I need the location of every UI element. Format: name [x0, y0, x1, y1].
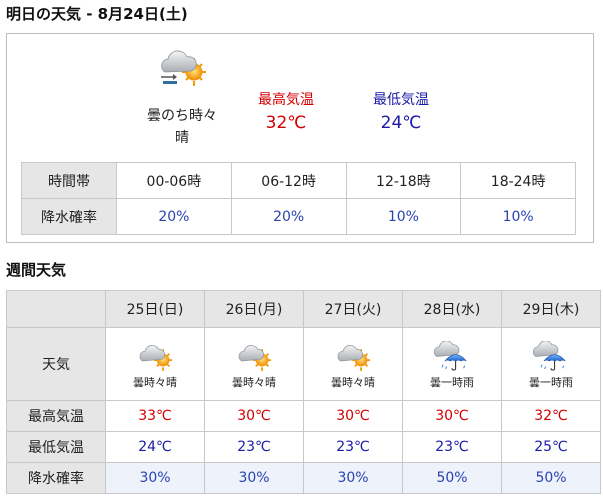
condition-text: 曇一時雨	[430, 375, 474, 389]
cloudy-then-sunny-icon	[161, 50, 206, 86]
min-temp-cell: 23℃	[303, 431, 403, 463]
cloud-sun-icon	[236, 341, 272, 372]
min-temp-row: 最低気温 24℃ 23℃ 23℃ 23℃ 25℃	[6, 431, 601, 463]
cloud-umbrella-icon	[434, 341, 470, 372]
condition-text: 曇時々晴	[133, 375, 177, 389]
tomorrow-panel: 曇のち時々 晴 最高気温 32℃ 最低気温 24℃ 時間帯 00-06時 06-…	[6, 33, 594, 243]
hourly-precip-table: 時間帯 00-06時 06-12時 12-18時 18-24時 降水確率 20%…	[21, 162, 576, 235]
weather-cell: 曇時々晴	[303, 327, 403, 401]
precip-cell: 30%	[204, 462, 304, 494]
max-temp-cell: 30℃	[204, 400, 304, 432]
date-cell: 29日(木)	[501, 290, 601, 328]
weather-cell: 曇一時雨	[501, 327, 601, 401]
precip-cell: 10%	[345, 198, 462, 235]
date-cell: 27日(火)	[303, 290, 403, 328]
max-temp-cell: 30℃	[303, 400, 403, 432]
precip-cell: 20%	[116, 198, 232, 235]
cloud-umbrella-icon	[533, 341, 569, 372]
precip-cell: 50%	[402, 462, 502, 494]
time-cell: 00-06時	[116, 162, 232, 199]
precip-cell: 30%	[105, 462, 205, 494]
condition-text: 曇一時雨	[529, 375, 573, 389]
date-row: 25日(日) 26日(月) 27日(火) 28日(水) 29日(木)	[6, 290, 601, 328]
weather-header: 天気	[6, 327, 106, 401]
weather-cell: 曇時々晴	[204, 327, 304, 401]
precip-cell: 50%	[501, 462, 601, 494]
min-temp-label: 最低気温	[373, 92, 429, 108]
cloud-sun-icon	[335, 341, 371, 372]
precip-row: 降水確率 20% 20% 10% 10%	[21, 198, 576, 235]
max-temp-cell: 33℃	[105, 400, 205, 432]
precip-header: 降水確率	[21, 198, 117, 235]
condition-line-1: 曇のち時々	[147, 108, 217, 124]
condition-line-2: 晴	[175, 130, 189, 146]
weather-row: 天気 曇時々晴 曇時々晴 曇時々晴 曇一時雨 曇一時雨	[6, 327, 601, 401]
time-header: 時間帯	[21, 162, 117, 199]
precip-cell: 30%	[303, 462, 403, 494]
tomorrow-condition: 曇のち時々 晴	[127, 105, 237, 149]
max-temp-cell: 30℃	[402, 400, 502, 432]
date-cell: 25日(日)	[105, 290, 205, 328]
min-temp-cell: 24℃	[105, 431, 205, 463]
cloud-sun-icon	[137, 341, 173, 372]
precip-cell: 20%	[230, 198, 347, 235]
precip-row: 降水確率 30% 30% 30% 50% 50%	[6, 462, 601, 494]
time-cell: 12-18時	[345, 162, 462, 199]
weekly-forecast-table: 25日(日) 26日(月) 27日(火) 28日(水) 29日(木) 天気 曇時…	[6, 290, 601, 494]
max-temp-label: 最高気温	[258, 92, 314, 108]
min-temp-cell: 25℃	[501, 431, 601, 463]
corner-cell	[6, 290, 106, 328]
min-temp-cell: 23℃	[204, 431, 304, 463]
precip-header: 降水確率	[6, 462, 106, 494]
min-temp-header: 最低気温	[6, 431, 106, 463]
max-temp-header: 最高気温	[6, 400, 106, 432]
tomorrow-title: 明日の天気 - 8月24日(土)	[6, 5, 188, 23]
weather-cell: 曇一時雨	[402, 327, 502, 401]
condition-text: 曇時々晴	[232, 375, 276, 389]
max-temp-cell: 32℃	[501, 400, 601, 432]
date-cell: 26日(月)	[204, 290, 304, 328]
min-temp-value: 24℃	[380, 113, 422, 133]
precip-cell: 10%	[460, 198, 576, 235]
weekly-title: 週間天気	[6, 261, 67, 279]
date-cell: 28日(水)	[402, 290, 502, 328]
time-cell: 06-12時	[230, 162, 347, 199]
max-temp-value: 32℃	[265, 113, 307, 133]
time-row: 時間帯 00-06時 06-12時 12-18時 18-24時	[21, 162, 576, 199]
max-temp-row: 最高気温 33℃ 30℃ 30℃ 30℃ 32℃	[6, 400, 601, 432]
weather-cell: 曇時々晴	[105, 327, 205, 401]
min-temp-cell: 23℃	[402, 431, 502, 463]
time-cell: 18-24時	[460, 162, 576, 199]
condition-text: 曇時々晴	[331, 375, 375, 389]
